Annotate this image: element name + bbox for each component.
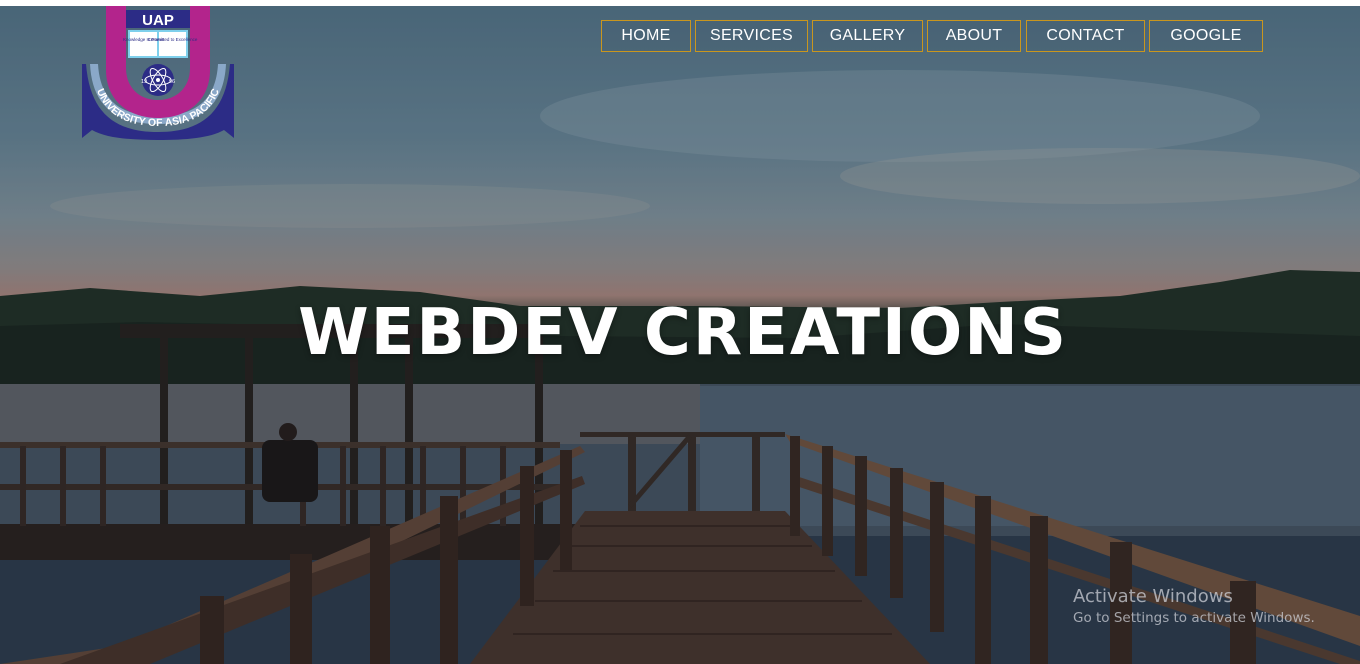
activate-windows-subtitle: Go to Settings to activate Windows. (1073, 610, 1315, 626)
nav-home[interactable]: HOME (601, 20, 691, 52)
nav-about-label: ABOUT (945, 27, 1003, 44)
logo-year-left: 19 (141, 79, 147, 85)
nav-contact[interactable]: CONTACT (1026, 20, 1145, 52)
hero-title: WEBDEV CREATIONS (298, 296, 1068, 370)
nav-services[interactable]: SERVICES (695, 20, 808, 52)
activate-windows-watermark: Activate Windows Go to Settings to activ… (1073, 586, 1315, 626)
nav-services-label: SERVICES (709, 27, 794, 44)
logo-acronym: UAP (142, 12, 174, 29)
nav-home-label: HOME (621, 27, 671, 44)
uap-logo[interactable]: UAP Knowledge Is Power Committed to Exce… (82, 6, 234, 140)
nav-google[interactable]: GOOGLE (1149, 20, 1263, 52)
nav-google-label: GOOGLE (1170, 27, 1242, 44)
nav-gallery-label: GALLERY (829, 27, 906, 44)
nav-about[interactable]: ABOUT (927, 20, 1021, 52)
activate-windows-title: Activate Windows (1073, 586, 1233, 607)
logo-book-right: Committed to Excellence (148, 37, 198, 42)
nav-gallery[interactable]: GALLERY (812, 20, 923, 52)
logo-year-right: 96 (169, 79, 175, 85)
nav-contact-label: CONTACT (1046, 27, 1125, 44)
